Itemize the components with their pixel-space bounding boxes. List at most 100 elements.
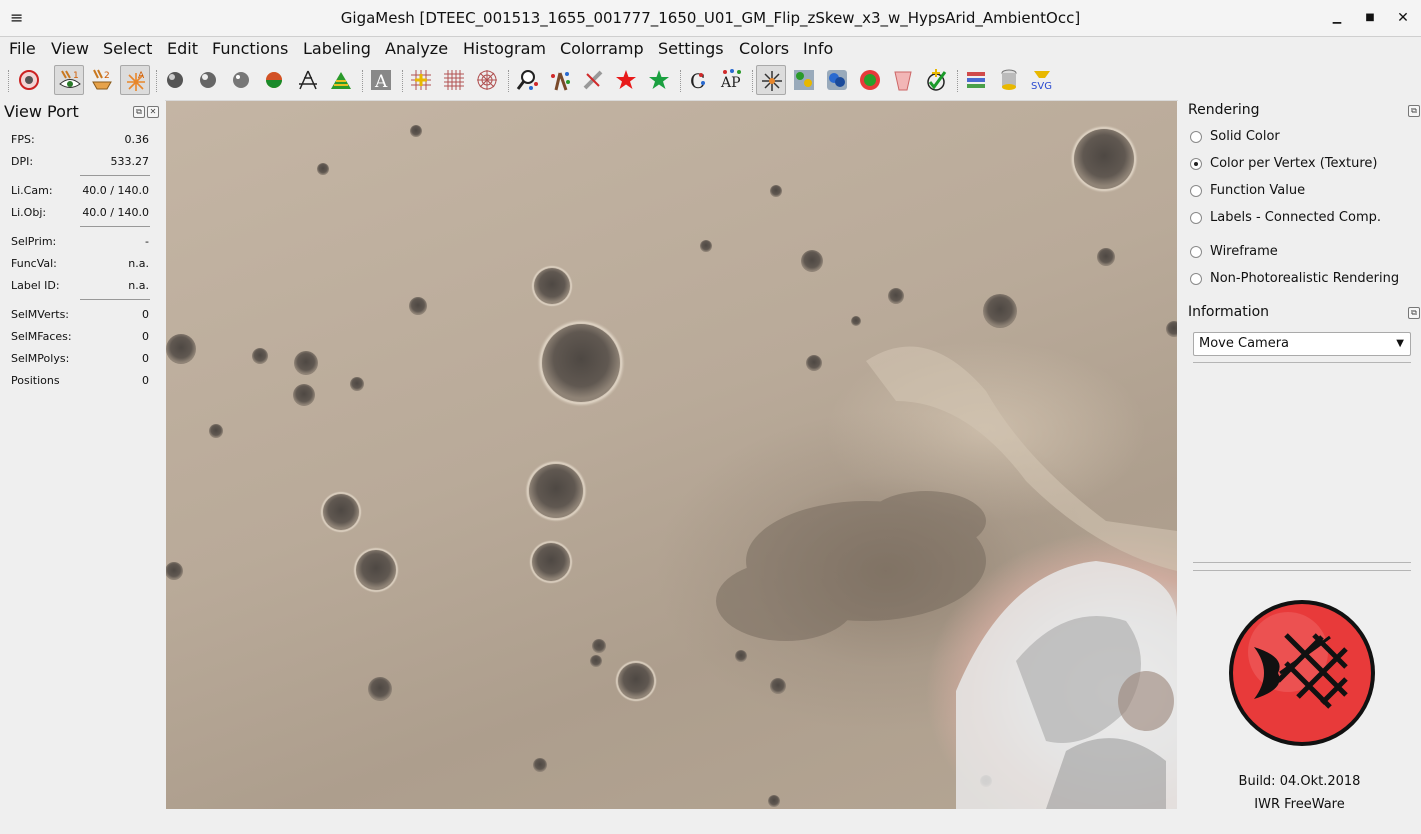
stars-figure-icon[interactable] — [545, 65, 575, 95]
menu-colorramp[interactable]: Colorramp — [560, 39, 644, 59]
sphere-a-icon[interactable] — [260, 65, 290, 95]
reset-view-icon[interactable] — [14, 65, 44, 95]
divider — [80, 175, 150, 176]
divider — [80, 299, 150, 300]
c-star-icon[interactable]: C — [684, 65, 714, 95]
layers-icon[interactable] — [961, 65, 991, 95]
radio-circle[interactable] — [1190, 273, 1202, 285]
info-row-funcval: FuncVal: n.a. — [11, 257, 149, 270]
menu-analyze[interactable]: Analyze — [385, 39, 448, 59]
menu-file[interactable]: File — [9, 39, 36, 59]
svg-text:A: A — [138, 71, 145, 81]
divider — [1193, 362, 1411, 363]
sphere-d-icon[interactable] — [194, 65, 224, 95]
chevron-down-icon: ▼ — [1396, 338, 1404, 349]
polar-grid-icon[interactable] — [472, 65, 502, 95]
radio-npr[interactable]: Non-Photorealistic Rendering — [1188, 270, 1418, 290]
search-stars-icon[interactable] — [512, 65, 542, 95]
svg-export-icon[interactable]: SVG — [1027, 65, 1057, 95]
radio-function-value[interactable]: Function Value — [1188, 182, 1418, 202]
info-row-dpi: DPI: 533.27 — [11, 155, 149, 168]
light-burst-icon[interactable] — [756, 65, 786, 95]
minimize-button[interactable]: ▁ — [1325, 6, 1349, 30]
light-a-icon[interactable]: A — [120, 65, 150, 95]
maximize-button[interactable]: ■ — [1358, 6, 1382, 30]
info-row-positions: Positions 0 — [11, 374, 149, 387]
menu-settings[interactable]: Settings — [658, 39, 724, 59]
mode-select-value: Move Camera — [1199, 336, 1290, 351]
radio-circle[interactable] — [1190, 185, 1202, 197]
viewport-info-panel: View Port ⧉ ✕ FPS: 0.36 DPI: 533.27 Li.Cam… — [0, 100, 165, 810]
svg-text:A: A — [374, 72, 388, 92]
toolbar-separator — [402, 70, 403, 92]
radio-solid-color[interactable]: Solid Color — [1188, 128, 1418, 148]
radio-circle[interactable] — [1190, 131, 1202, 143]
info-row-selmfaces: SelMFaces: 0 — [11, 330, 149, 343]
svg-text:AP: AP — [720, 75, 741, 91]
check-plus-icon[interactable] — [921, 65, 951, 95]
panel-float-icon[interactable]: ⧉ — [133, 106, 145, 118]
svg-text:SVG: SVG — [1031, 81, 1052, 92]
menu-bar: File View Select Edit Functions Labeling… — [0, 37, 1421, 61]
grid-plus-icon[interactable] — [406, 65, 436, 95]
eye-view-1-icon[interactable]: 1 — [54, 65, 84, 95]
status-bar — [0, 810, 1421, 834]
info-row-liobj: Li.Obj: 40.0 / 140.0 — [11, 206, 149, 219]
red-star-icon[interactable] — [611, 65, 641, 95]
divider — [1193, 562, 1411, 563]
divider — [80, 226, 150, 227]
sphere-s-icon[interactable] — [227, 65, 257, 95]
radio-labels-connected[interactable]: Labels - Connected Comp. — [1188, 209, 1418, 229]
panel-float-icon[interactable]: ⧉ — [1408, 105, 1420, 117]
information-title: Information — [1188, 304, 1270, 320]
menu-edit[interactable]: Edit — [167, 39, 198, 59]
green-flower-icon[interactable] — [855, 65, 885, 95]
colored-blobs-icon[interactable] — [789, 65, 819, 95]
cone-icon[interactable] — [888, 65, 918, 95]
grid-icon[interactable] — [439, 65, 469, 95]
strike-icon[interactable] — [578, 65, 608, 95]
radio-circle[interactable] — [1190, 246, 1202, 258]
menu-histogram[interactable]: Histogram — [463, 39, 546, 59]
ap-icon[interactable]: AP — [717, 65, 747, 95]
menu-labeling[interactable]: Labeling — [303, 39, 371, 59]
histogram-icon[interactable] — [326, 65, 356, 95]
radio-circle[interactable] — [1190, 212, 1202, 224]
axes-icon[interactable] — [293, 65, 323, 95]
cylinder-icon[interactable] — [994, 65, 1024, 95]
divider — [1193, 570, 1411, 571]
mode-select[interactable]: Move Camera ▼ — [1193, 332, 1411, 356]
mesh-render — [166, 125, 1177, 809]
window-title: GigaMesh [DTEEC_001513_1655_001777_1650_… — [340, 9, 1081, 27]
blue-spheres-icon[interactable] — [822, 65, 852, 95]
menu-view[interactable]: View — [51, 39, 89, 59]
menu-info[interactable]: Info — [803, 39, 833, 59]
rendering-title: Rendering — [1188, 102, 1260, 118]
view-2-icon[interactable]: 2 — [87, 65, 117, 95]
panel-float-icon[interactable]: ⧉ — [1408, 307, 1420, 319]
toolbar-grip[interactable] — [8, 70, 9, 92]
mesh-viewport[interactable] — [166, 101, 1177, 809]
radio-color-per-vertex[interactable]: Color per Vertex (Texture) — [1188, 155, 1418, 175]
toolbar-separator — [680, 70, 681, 92]
green-star-icon[interactable] — [644, 65, 674, 95]
menu-colors[interactable]: Colors — [739, 39, 789, 59]
info-row-selmverts: SelMVerts: 0 — [11, 308, 149, 321]
menu-select[interactable]: Select — [103, 39, 152, 59]
close-button[interactable]: ✕ — [1391, 6, 1415, 30]
panel-close-icon[interactable]: ✕ — [147, 106, 159, 118]
menu-functions[interactable]: Functions — [212, 39, 288, 59]
highland — [956, 561, 1177, 809]
info-row-selprim: SelPrim: - — [11, 235, 149, 248]
info-row-fps: FPS: 0.36 — [11, 133, 149, 146]
toolbar-separator — [957, 70, 958, 92]
rough-terrain — [716, 491, 986, 641]
svg-text:1: 1 — [73, 71, 79, 81]
sphere-m-icon[interactable] — [161, 65, 191, 95]
build-info: Build: 04.Okt.2018 — [1238, 774, 1361, 789]
toolbar-separator — [752, 70, 753, 92]
font-a-icon[interactable]: A — [366, 65, 396, 95]
radio-circle-selected[interactable] — [1190, 158, 1202, 170]
radio-wireframe[interactable]: Wireframe — [1188, 243, 1418, 263]
info-row-selmpolys: SelMPolys: 0 — [11, 352, 149, 365]
